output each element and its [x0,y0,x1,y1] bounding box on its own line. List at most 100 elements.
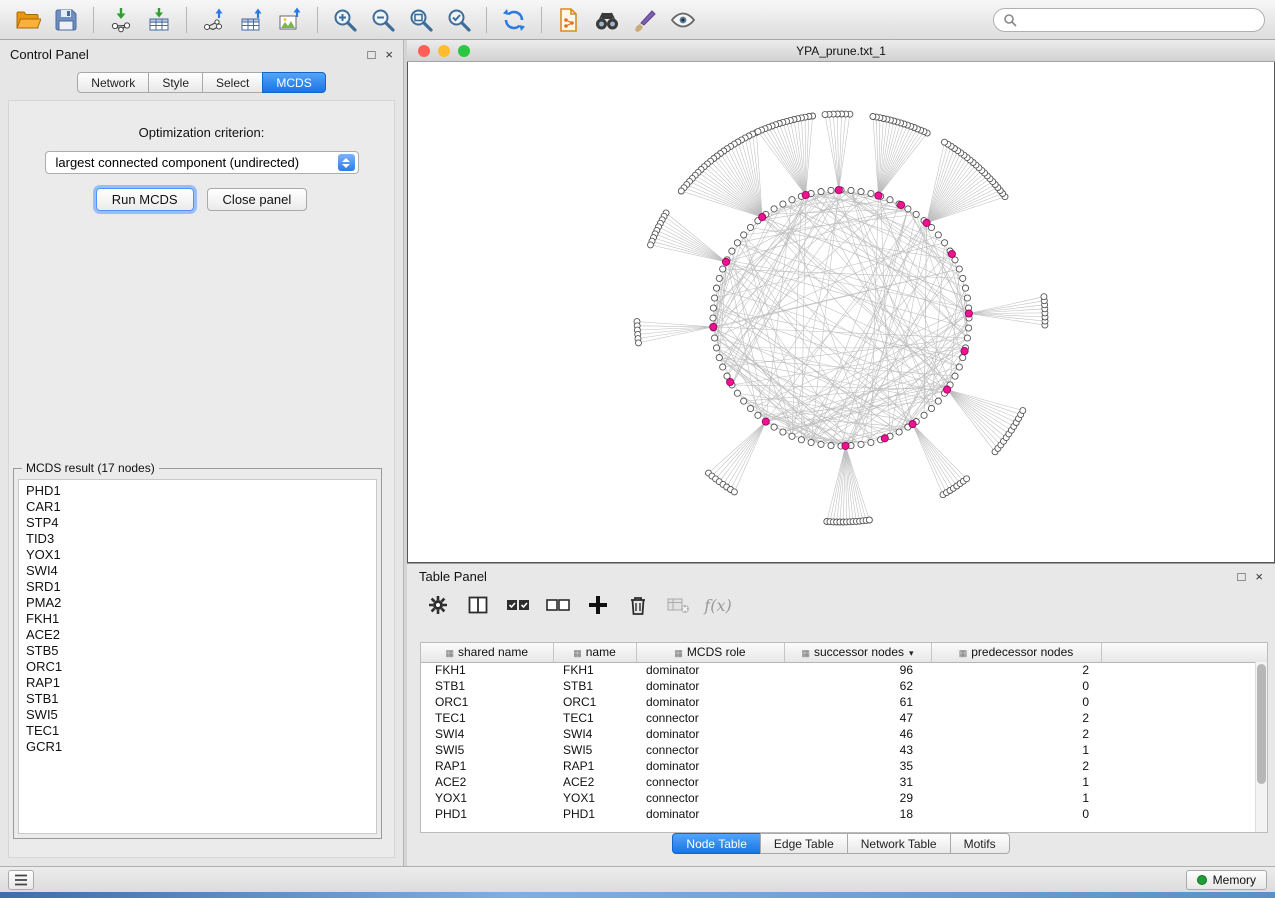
scrollbar-thumb[interactable] [1257,664,1266,784]
table-cell[interactable]: 0 [931,678,1101,694]
table-cell[interactable]: 2 [931,662,1101,678]
maximize-window-button[interactable] [458,45,470,57]
mcds-result-item[interactable]: STB5 [26,643,369,659]
table-row[interactable]: YOX1YOX1connector291 [421,790,1267,806]
mcds-result-item[interactable]: PMA2 [26,595,369,611]
mcds-result-item[interactable]: RAP1 [26,675,369,691]
mcds-result-item[interactable]: STP4 [26,515,369,531]
table-cell[interactable]: 0 [931,694,1101,710]
run-mcds-button[interactable]: Run MCDS [96,188,194,211]
table-cell[interactable]: 47 [784,710,931,726]
table-cell[interactable]: dominator [636,758,784,774]
import-network-button[interactable] [103,4,139,36]
table-cell[interactable]: 2 [931,726,1101,742]
close-table-panel-icon[interactable]: × [1255,570,1263,583]
first-neighbors-button[interactable] [589,4,625,36]
memory-button[interactable]: Memory [1186,870,1267,890]
table-cell[interactable]: ACE2 [553,774,636,790]
table-cell[interactable]: 1 [931,742,1101,758]
table-row[interactable]: SWI4SWI4dominator462 [421,726,1267,742]
table-cell[interactable]: TEC1 [553,710,636,726]
show-hide-panel-button[interactable] [665,4,701,36]
column-header-name[interactable]: ▦name [553,643,636,662]
table-cell[interactable]: 62 [784,678,931,694]
mcds-result-item[interactable]: PHD1 [26,483,369,499]
task-history-button[interactable] [8,870,34,890]
tab-network[interactable]: Network [77,72,149,93]
mcds-result-item[interactable]: FKH1 [26,611,369,627]
table-cell[interactable]: dominator [636,806,784,822]
table-row[interactable]: STB1STB1dominator620 [421,678,1267,694]
search-input[interactable] [1023,12,1255,28]
float-panel-icon[interactable]: □ [368,48,376,61]
import-table-button[interactable] [141,4,177,36]
mcds-result-item[interactable]: GCR1 [26,739,369,755]
close-mcds-panel-button[interactable]: Close panel [207,188,308,211]
float-table-panel-icon[interactable]: □ [1238,570,1246,583]
table-cell[interactable]: 46 [784,726,931,742]
table-row[interactable]: SWI5SWI5connector431 [421,742,1267,758]
network-from-file-button[interactable] [551,4,587,36]
table-cell[interactable]: 29 [784,790,931,806]
table-row[interactable]: PHD1PHD1dominator180 [421,806,1267,822]
table-cell[interactable]: 1 [931,790,1101,806]
mcds-result-list[interactable]: PHD1CAR1STP4TID3YOX1SWI4SRD1PMA2FKH1ACE2… [18,479,377,834]
tab-network-table[interactable]: Network Table [847,833,951,854]
function-builder-button[interactable]: f(x) [701,590,735,620]
table-row[interactable]: FKH1FKH1dominator962 [421,662,1267,678]
table-cell[interactable]: ORC1 [421,694,553,710]
table-cell[interactable]: SWI5 [553,742,636,758]
export-network-button[interactable] [196,4,232,36]
zoom-in-button[interactable] [327,4,363,36]
table-cell[interactable]: PHD1 [421,806,553,822]
table-cell[interactable]: connector [636,774,784,790]
mcds-result-item[interactable]: SRD1 [26,579,369,595]
table-cell[interactable]: ORC1 [553,694,636,710]
table-cell[interactable]: ACE2 [421,774,553,790]
table-cell[interactable]: 43 [784,742,931,758]
column-header-shared-name[interactable]: ▦shared name [421,643,553,662]
tab-motifs[interactable]: Motifs [950,833,1010,854]
mcds-result-item[interactable]: ORC1 [26,659,369,675]
mcds-result-item[interactable]: SWI4 [26,563,369,579]
table-row[interactable]: ORC1ORC1dominator610 [421,694,1267,710]
zoom-out-button[interactable] [365,4,401,36]
close-window-button[interactable] [418,45,430,57]
tab-style[interactable]: Style [148,72,203,93]
mcds-result-item[interactable]: CAR1 [26,499,369,515]
export-table-button[interactable] [234,4,270,36]
zoom-fit-button[interactable] [403,4,439,36]
table-cell[interactable]: YOX1 [553,790,636,806]
table-cell[interactable]: RAP1 [553,758,636,774]
column-header-predecessor-nodes[interactable]: ▦predecessor nodes [931,643,1101,662]
mcds-result-item[interactable]: SWI5 [26,707,369,723]
search-box[interactable] [993,8,1265,32]
table-cell[interactable]: dominator [636,694,784,710]
table-cell[interactable]: 35 [784,758,931,774]
open-file-button[interactable] [10,4,46,36]
table-cell[interactable]: STB1 [553,678,636,694]
deselect-all-button[interactable] [541,590,575,620]
table-cell[interactable]: connector [636,790,784,806]
tab-node-table[interactable]: Node Table [672,833,761,854]
table-cell[interactable]: 1 [931,774,1101,790]
close-panel-icon[interactable]: × [385,48,393,61]
tab-select[interactable]: Select [202,72,263,93]
table-cell[interactable]: RAP1 [421,758,553,774]
table-cell[interactable]: FKH1 [553,662,636,678]
table-row[interactable]: ACE2ACE2connector311 [421,774,1267,790]
table-cell[interactable]: dominator [636,726,784,742]
table-cell[interactable]: YOX1 [421,790,553,806]
table-cell[interactable]: 18 [784,806,931,822]
table-cell[interactable]: SWI4 [421,726,553,742]
table-cell[interactable]: SWI5 [421,742,553,758]
table-cell[interactable]: TEC1 [421,710,553,726]
delete-column-button[interactable] [621,590,655,620]
table-cell[interactable]: connector [636,710,784,726]
show-columns-button[interactable] [461,590,495,620]
table-cell[interactable]: 61 [784,694,931,710]
table-cell[interactable]: dominator [636,662,784,678]
table-cell[interactable]: PHD1 [553,806,636,822]
mcds-result-item[interactable]: YOX1 [26,547,369,563]
table-settings-button[interactable] [421,590,455,620]
